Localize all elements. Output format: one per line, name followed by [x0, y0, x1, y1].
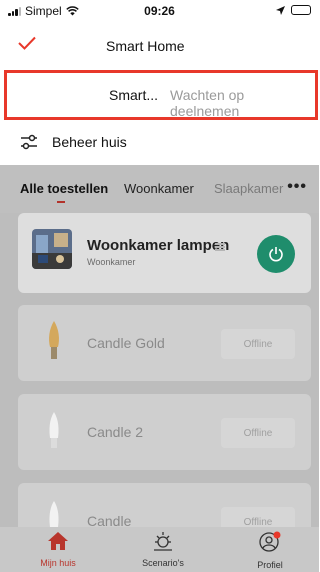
- candle-bulb-gold-icon: [49, 321, 59, 359]
- manage-home-label: Beheer huis: [52, 134, 127, 150]
- device-card-candle-2[interactable]: Candle 2 Offline: [18, 394, 311, 470]
- settings-sliders-icon: [21, 134, 37, 150]
- device-name: Candle: [87, 513, 132, 527]
- profile-icon: [259, 531, 281, 552]
- bottom-navigation: Mijn huis Scenario's Profiel: [0, 527, 319, 572]
- home-option-current[interactable]: Smart Home: [0, 22, 319, 70]
- device-card-woonkamer-lampen[interactable]: Woonkamer lampen Woonkamer: [18, 213, 311, 293]
- device-card-candle[interactable]: Candle Offline: [18, 483, 311, 527]
- sun-icon: [154, 532, 172, 551]
- tab-alle-toestellen[interactable]: Alle toestellen: [20, 181, 108, 196]
- candle-bulb-icon: [49, 501, 59, 527]
- notification-dot: [273, 531, 281, 539]
- more-tabs-icon[interactable]: •••: [287, 178, 307, 196]
- nav-label: Scenario's: [142, 558, 184, 568]
- home-icon: [48, 532, 68, 550]
- home-name-current: Smart Home: [106, 38, 185, 54]
- device-name: Candle Gold: [87, 335, 165, 351]
- nav-label: Mijn huis: [40, 558, 76, 568]
- nav-label: Profiel: [257, 560, 283, 570]
- home-dropdown: Smart Home Smart... Wachten op deelnemen…: [0, 22, 319, 165]
- offline-badge: Offline: [221, 418, 295, 448]
- dimmed-backdrop[interactable]: Alle toestellen Woonkamer Slaapkamer •••…: [0, 165, 319, 527]
- tab-woonkamer[interactable]: Woonkamer: [124, 181, 194, 196]
- power-icon: [269, 247, 283, 262]
- power-button[interactable]: [257, 235, 295, 273]
- tab-slaapkamer[interactable]: Slaapkamer: [214, 181, 286, 196]
- home-name-pending: Smart...: [109, 87, 159, 103]
- device-card-candle-gold[interactable]: Candle Gold Offline: [18, 305, 311, 381]
- device-room: Woonkamer: [87, 257, 136, 267]
- checkmark-icon: [18, 36, 36, 50]
- home-option-pending[interactable]: Smart... Wachten op deelnemen: [4, 70, 318, 120]
- manage-home-button[interactable]: Beheer huis: [0, 126, 319, 160]
- room-tabs: Alle toestellen Woonkamer Slaapkamer •••: [0, 165, 319, 213]
- nav-mijn-huis[interactable]: Mijn huis: [18, 531, 98, 568]
- nav-scenarios[interactable]: Scenario's: [123, 531, 203, 568]
- device-name: Candle 2: [87, 424, 144, 440]
- device-name: Woonkamer lampen: [87, 237, 230, 254]
- pending-status: Wachten op deelnemen: [170, 87, 245, 119]
- location-icon: [276, 5, 285, 15]
- status-right: [276, 5, 311, 15]
- status-bar: Simpel 09:26: [0, 0, 319, 22]
- nav-profiel[interactable]: Profiel: [230, 531, 310, 570]
- candle-bulb-icon: [49, 412, 59, 448]
- clock: 09:26: [144, 4, 175, 18]
- device-thumbnail: [32, 229, 72, 269]
- battery-icon: [291, 5, 311, 15]
- offline-badge: Offline: [221, 507, 295, 527]
- active-tab-indicator: [57, 201, 65, 203]
- offline-badge: Offline: [221, 329, 295, 359]
- group-icon: [215, 243, 225, 251]
